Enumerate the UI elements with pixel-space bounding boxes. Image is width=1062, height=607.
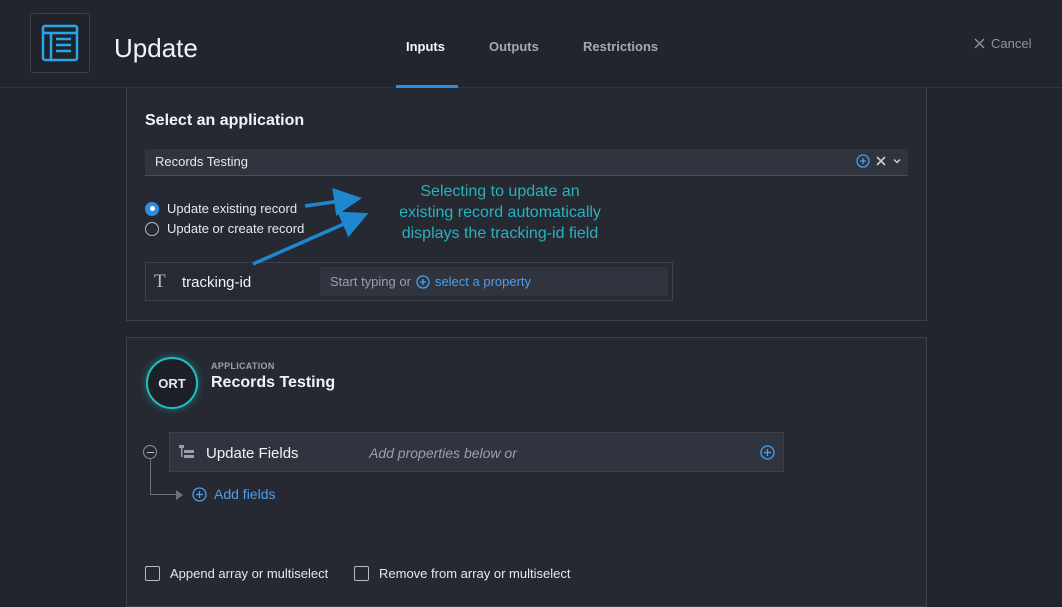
annotation-line: displays the tracking-id field <box>401 225 599 242</box>
input-placeholder: Start typing or <box>330 274 411 289</box>
annotation-line: Selecting to update an <box>420 183 580 200</box>
append-array-checkbox-row[interactable]: Append array or multiselect <box>145 566 328 581</box>
field-list-icon <box>179 445 194 458</box>
append-array-checkbox[interactable] <box>145 566 160 581</box>
tab-restrictions[interactable]: Restrictions <box>583 39 658 54</box>
tab-outputs[interactable]: Outputs <box>489 39 539 54</box>
application-name: Records Testing <box>211 374 336 391</box>
clear-icon[interactable] <box>876 156 886 166</box>
tracking-id-input[interactable]: Start typing or select a property <box>320 267 668 296</box>
radio-label: Update or create record <box>167 221 305 236</box>
application-select[interactable]: Records Testing <box>145 149 908 176</box>
annotation-line: existing record automatically <box>399 204 601 221</box>
update-fields-hint: Add properties below or <box>369 445 517 461</box>
add-fields-button[interactable]: Add fields <box>192 486 275 502</box>
radio-update-existing[interactable]: Update existing record <box>145 201 297 216</box>
radio-label: Update existing record <box>167 201 298 216</box>
cancel-button[interactable]: Cancel <box>974 36 1031 51</box>
tab-inputs[interactable]: Inputs <box>406 39 445 54</box>
radio-button-selected[interactable] <box>145 201 159 216</box>
collapse-icon[interactable] <box>143 445 157 459</box>
update-fields-row: Update Fields Add properties below or <box>169 432 784 472</box>
tracking-id-field: T tracking-id Start typing or select a p… <box>145 262 673 301</box>
text-type-icon: T <box>154 271 166 292</box>
checkbox-label: Remove from array or multiselect <box>379 566 571 581</box>
annotation-callout: Selecting to update an existing record a… <box>380 181 620 244</box>
checkbox-label: Append array or multiselect <box>170 566 329 581</box>
header-bar: Update Inputs Outputs Restrictions Cance… <box>0 0 1062 88</box>
close-icon <box>974 38 985 49</box>
cancel-label: Cancel <box>991 36 1032 51</box>
select-property-link[interactable]: select a property <box>435 274 531 289</box>
add-circle-icon[interactable] <box>416 274 430 289</box>
update-fields-label: Update Fields <box>206 445 299 462</box>
tracking-id-label: tracking-id <box>182 274 252 291</box>
form-icon <box>30 13 90 73</box>
add-fields-label: Add fields <box>214 486 276 502</box>
remove-array-checkbox[interactable] <box>354 566 369 581</box>
add-circle-icon <box>192 486 207 502</box>
radio-button[interactable] <box>145 221 159 236</box>
application-badge: ORT <box>146 357 198 409</box>
application-caption: APPLICATION <box>211 361 275 371</box>
application-select-value: Records Testing <box>155 154 248 169</box>
remove-array-checkbox-row[interactable]: Remove from array or multiselect <box>354 566 570 581</box>
tree-connector <box>150 458 151 495</box>
radio-update-or-create[interactable]: Update or create record <box>145 221 304 236</box>
page-title: Update <box>114 33 198 63</box>
chevron-down-icon[interactable] <box>892 156 902 166</box>
select-application-heading: Select an application <box>145 112 305 129</box>
add-circle-icon[interactable] <box>856 154 870 168</box>
tree-arrow-icon <box>176 490 183 500</box>
add-circle-icon[interactable] <box>760 445 775 460</box>
